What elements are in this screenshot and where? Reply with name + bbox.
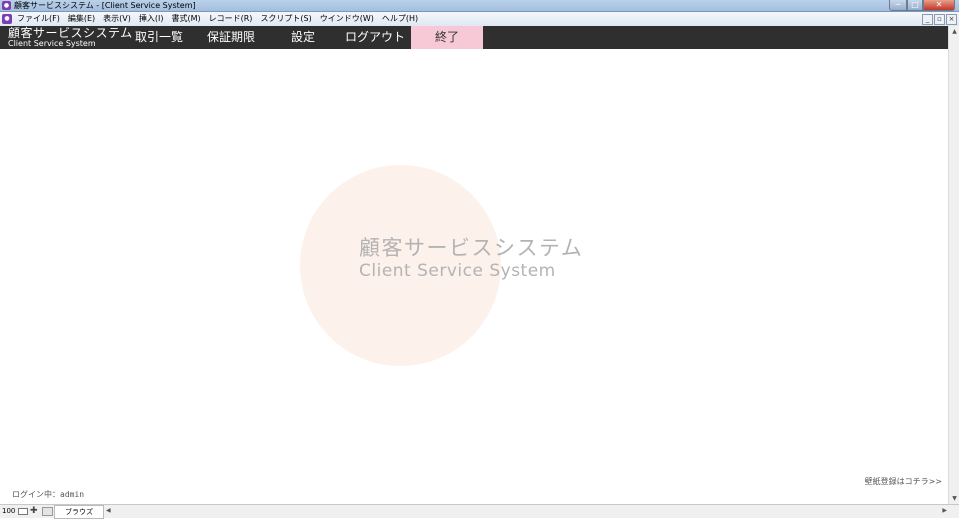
nav-warranty-expiry[interactable]: 保証期限 [196,26,266,49]
maximize-icon[interactable]: □ [907,0,923,11]
nav-transaction-list[interactable]: 取引一覧 [126,26,192,49]
brand-title-en: Client Service System [8,39,96,48]
scroll-down-icon[interactable]: ▼ [949,493,959,504]
menu-window[interactable]: ウインドウ(W) [320,12,374,26]
document-icon[interactable]: ● [2,14,12,24]
doc-minimize-icon[interactable]: _ [922,14,933,25]
nav-logout[interactable]: ログアウト [340,26,410,49]
scroll-left-icon[interactable]: ◀ [106,505,111,517]
menu-help[interactable]: ヘルプ(H) [382,12,418,26]
menu-records[interactable]: レコード(R) [209,12,253,26]
status-bar: 100 ✚ ブラウズ ◀ ▶ [0,504,959,519]
doc-close-icon[interactable]: × [946,14,957,25]
menu-file[interactable]: ファイル(F) [17,12,60,26]
logo-title-jp: 顧客サービスシステム [359,236,584,260]
nav-settings[interactable]: 設定 [270,26,336,49]
menu-bar: ● ファイル(F) 編集(E) 表示(V) 挿入(I) 書式(M) レコード(R… [0,12,959,27]
window-title-bar: ● 顧客サービスシステム - [Client Service System] ─… [0,0,959,12]
menu-edit[interactable]: 編集(E) [68,12,95,26]
zoom-out-icon[interactable] [18,508,28,515]
app-icon: ● [2,1,11,10]
doc-restore-icon[interactable]: ▫ [934,14,945,25]
login-status: ログイン中：admin [12,490,85,499]
minimize-icon[interactable]: ─ [889,0,907,11]
zoom-in-icon[interactable]: ✚ [30,506,38,516]
window-title: 顧客サービスシステム - [Client Service System] [14,1,196,10]
vertical-scrollbar[interactable]: ▲ ▼ [948,26,959,504]
center-logo: 顧客サービスシステム Client Service System [359,235,583,281]
brand-logo: 顧客サービスシステム Client Service System [8,27,133,48]
menu-insert[interactable]: 挿入(I) [139,12,164,26]
scroll-up-icon[interactable]: ▲ [949,26,959,37]
status-toolbar-toggle-icon[interactable] [42,507,53,516]
logo-title-en: Client Service System [359,261,556,281]
close-icon[interactable]: ✕ [923,0,955,11]
menu-view[interactable]: 表示(V) [103,12,131,26]
main-content: 顧客サービスシステム Client Service System 壁紙登録はコチ… [0,49,948,504]
document-controls: _ ▫ × [922,14,957,25]
window-controls: ─ □ ✕ [889,0,955,11]
menu-list: ファイル(F) 編集(E) 表示(V) 挿入(I) 書式(M) レコード(R) … [17,12,426,26]
menu-format[interactable]: 書式(M) [171,12,200,26]
zoom-level: 100 [2,507,16,515]
wallpaper-register-link[interactable]: 壁紙登録はコチラ>> [865,476,942,487]
menu-scripts[interactable]: スクリプト(S) [260,12,311,26]
nav-exit[interactable]: 終了 [411,26,483,49]
scroll-right-icon[interactable]: ▶ [942,505,947,517]
app-nav-bar: 顧客サービスシステム Client Service System 取引一覧 保証… [0,26,948,49]
